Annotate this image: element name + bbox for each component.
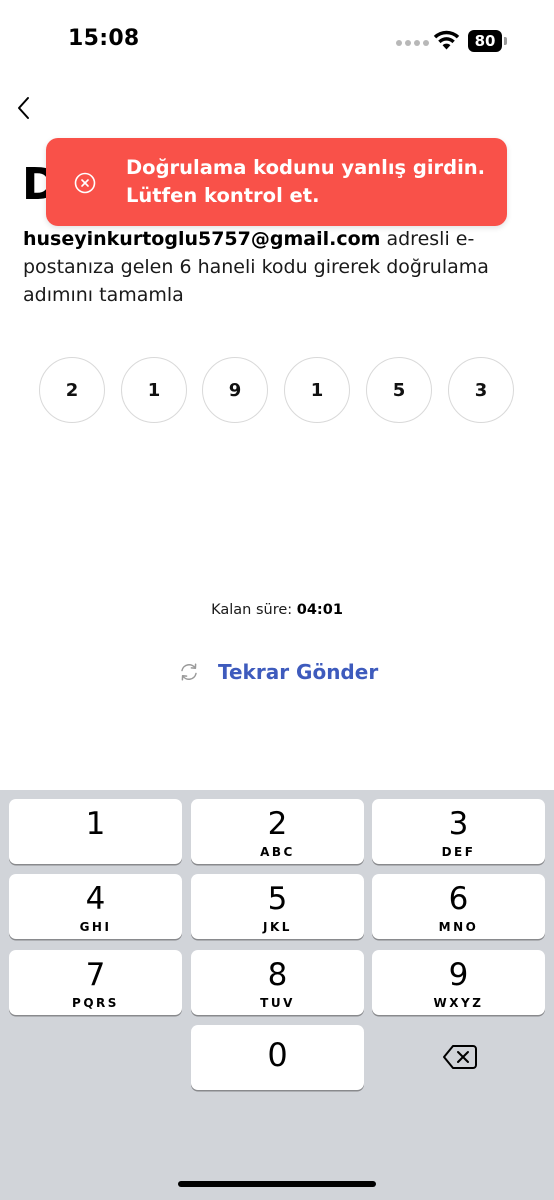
code-digit-4[interactable]: 1 xyxy=(284,357,350,423)
refresh-icon xyxy=(181,663,197,681)
key-5[interactable]: 5 JKL xyxy=(191,874,364,939)
key-6[interactable]: 6 MNO xyxy=(372,874,545,939)
status-bar: 15:08 80 xyxy=(0,0,554,84)
status-time: 15:08 xyxy=(68,26,140,51)
toast-message-line2: Lütfen kontrol et. xyxy=(126,184,320,207)
key-letters: PQRS xyxy=(72,996,119,1010)
key-4[interactable]: 4 GHI xyxy=(9,874,182,939)
wifi-icon xyxy=(433,30,460,50)
code-digit-5[interactable]: 5 xyxy=(366,357,432,423)
home-indicator[interactable] xyxy=(178,1181,376,1187)
code-digit-2[interactable]: 1 xyxy=(121,357,187,423)
delete-key[interactable] xyxy=(372,1025,545,1090)
key-digit: 5 xyxy=(267,881,288,917)
code-digit-6[interactable]: 3 xyxy=(448,357,514,423)
instruction-text: huseyinkurtoglu5757@gmail.com adresli e-… xyxy=(23,225,533,309)
key-digit: 6 xyxy=(448,881,469,917)
key-3[interactable]: 3 DEF xyxy=(372,799,545,864)
key-letters: MNO xyxy=(438,920,479,934)
code-digit-3[interactable]: 9 xyxy=(202,357,268,423)
key-0[interactable]: 0 xyxy=(191,1025,364,1090)
key-letters: WXYZ xyxy=(433,996,484,1010)
key-letters: ABC xyxy=(260,845,295,859)
timer-label: Kalan süre: xyxy=(211,602,297,618)
key-7[interactable]: 7 PQRS xyxy=(9,950,182,1015)
resend-code-button[interactable]: Tekrar Gönder xyxy=(178,656,378,688)
chevron-left-icon xyxy=(18,97,29,119)
key-digit: 0 xyxy=(267,1036,288,1074)
verification-code-input[interactable]: 2 1 9 1 5 3 xyxy=(39,357,516,425)
error-toast[interactable]: Doğrulama kodunu yanlış girdin. Lütfen k… xyxy=(46,138,507,226)
key-digit: 4 xyxy=(85,881,106,917)
cellular-signal-icon xyxy=(396,40,429,46)
key-digit: 1 xyxy=(85,806,106,842)
resend-label: Tekrar Gönder xyxy=(218,660,379,684)
key-2[interactable]: 2 ABC xyxy=(191,799,364,864)
key-letters: GHI xyxy=(79,920,112,934)
key-digit: 7 xyxy=(85,957,106,993)
battery-indicator: 80 xyxy=(468,30,502,52)
key-letters: JKL xyxy=(263,920,292,934)
code-digit-1[interactable]: 2 xyxy=(39,357,105,423)
toast-message: Doğrulama kodunu yanlış girdin. Lütfen k… xyxy=(126,154,496,210)
timer-value: 04:01 xyxy=(296,602,343,618)
key-8[interactable]: 8 TUV xyxy=(191,950,364,1015)
back-button[interactable] xyxy=(10,92,40,124)
key-9[interactable]: 9 WXYZ xyxy=(372,950,545,1015)
countdown-timer: Kalan süre: 04:01 xyxy=(0,602,554,618)
key-1[interactable]: 1 xyxy=(9,799,182,864)
key-digit: 3 xyxy=(448,806,469,842)
toast-message-line1: Doğrulama kodunu yanlış girdin. xyxy=(126,156,486,179)
key-digit: 2 xyxy=(267,806,288,842)
key-letters: DEF xyxy=(441,845,476,859)
email-address: huseyinkurtoglu5757@gmail.com xyxy=(23,228,381,250)
key-digit: 8 xyxy=(267,957,288,993)
battery-tip xyxy=(504,37,507,45)
key-digit: 9 xyxy=(448,957,469,993)
backspace-icon xyxy=(443,1045,477,1069)
key-letters: TUV xyxy=(260,996,295,1010)
error-circle-x-icon xyxy=(74,172,96,194)
